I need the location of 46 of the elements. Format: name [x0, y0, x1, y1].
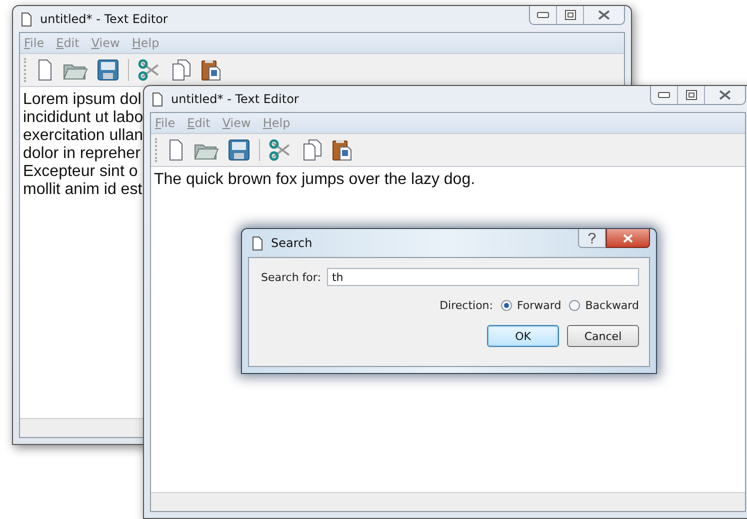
- help-icon: [588, 232, 596, 244]
- text-line: exercitation ullan: [23, 127, 144, 145]
- close-icon: [719, 90, 731, 100]
- text-line: incididunt ut labo: [23, 109, 144, 127]
- help-button[interactable]: [578, 229, 606, 248]
- clipboard-icon[interactable]: [200, 59, 222, 81]
- window-title: untitled* - Text Editor: [171, 92, 299, 106]
- close-icon: [598, 10, 610, 20]
- maximize-icon: [564, 10, 576, 20]
- radio-option[interactable]: Forward: [500, 299, 562, 312]
- text-line: dolor in repreher: [23, 145, 140, 163]
- copy-icon[interactable]: [302, 139, 322, 161]
- search-field[interactable]: th: [326, 268, 639, 286]
- radio-option[interactable]: Backward: [569, 299, 639, 312]
- document-icon[interactable]: [168, 139, 184, 161]
- menu-item[interactable]: View: [91, 36, 120, 50]
- text-line: Lorem ipsum dol: [23, 91, 142, 109]
- dialog-button[interactable]: Cancel: [567, 325, 639, 347]
- document-icon[interactable]: [37, 59, 53, 81]
- field-label: Search for:: [261, 270, 321, 284]
- menu-item[interactable]: Help: [132, 36, 160, 50]
- document-icon: [21, 12, 32, 26]
- menu-item[interactable]: View: [222, 116, 251, 130]
- maximize-icon: [686, 90, 696, 100]
- dialog-button[interactable]: OK: [487, 325, 559, 347]
- minimize-icon: [537, 12, 549, 18]
- close-icon: [623, 234, 633, 242]
- text-line: The quick brown fox jumps over the lazy dog.: [154, 171, 476, 189]
- text-line: Excepteur sint o: [23, 163, 138, 181]
- document-icon: [252, 236, 263, 250]
- copy-icon[interactable]: [171, 59, 191, 81]
- text-line: mollit anim id est: [23, 181, 142, 199]
- menu-item[interactable]: Edit: [56, 36, 80, 50]
- clipboard-icon[interactable]: [331, 139, 353, 161]
- document-icon: [152, 92, 163, 106]
- close-button[interactable]: [606, 229, 650, 248]
- menu-item[interactable]: Help: [262, 116, 290, 130]
- menu-item[interactable]: File: [155, 116, 176, 130]
- floppy-icon[interactable]: [228, 139, 250, 161]
- minimize-icon: [658, 92, 670, 98]
- direction-label: Direction:: [440, 299, 493, 312]
- window-title: untitled* - Text Editor: [40, 12, 168, 26]
- menu-item[interactable]: Edit: [187, 116, 210, 130]
- menu-item[interactable]: File: [24, 36, 44, 50]
- floppy-icon[interactable]: [97, 59, 119, 81]
- dialog-title: Search: [271, 236, 312, 250]
